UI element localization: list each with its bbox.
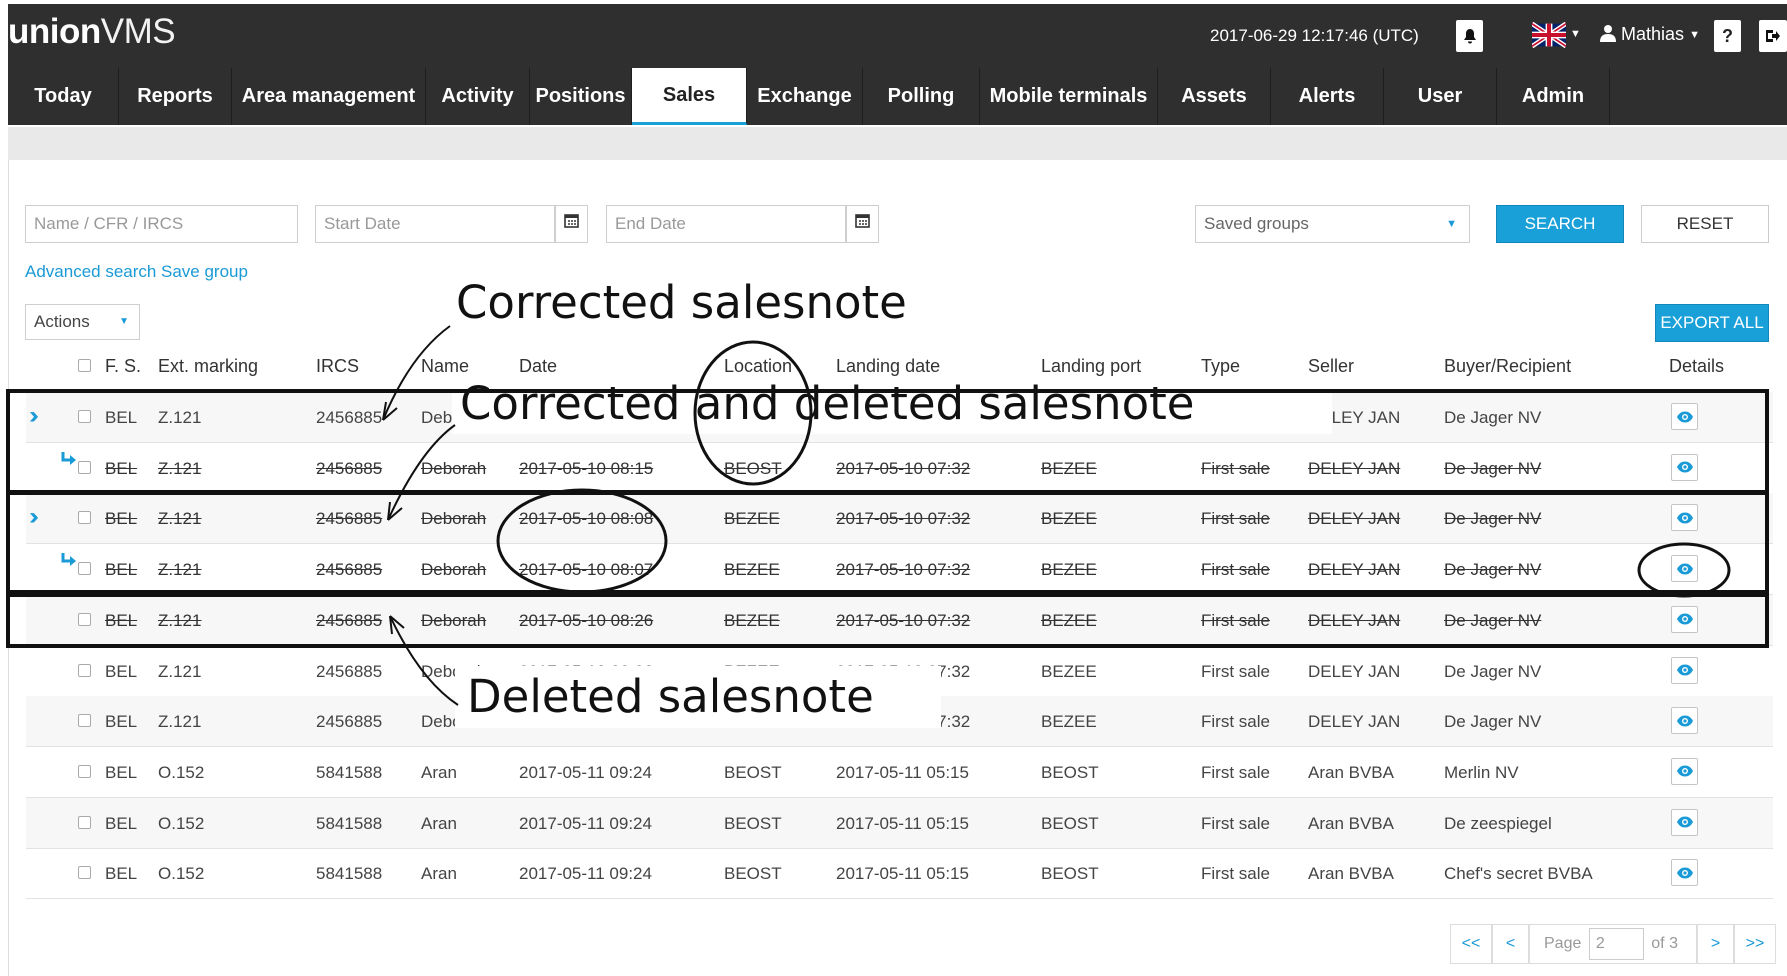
highlight-box-deleted	[6, 593, 1769, 648]
arrow-corrected	[382, 325, 451, 421]
arrow-corrected-deleted	[387, 424, 456, 521]
highlight-circle-details	[1637, 542, 1731, 598]
arrow-deleted	[389, 615, 459, 706]
highlight-circle-date	[496, 488, 668, 594]
highlight-box-corrected	[6, 389, 1769, 495]
highlight-circle-location	[693, 340, 813, 486]
highlight-box-corrected-deleted	[6, 490, 1769, 594]
annotation-overlay	[6, 325, 1769, 706]
